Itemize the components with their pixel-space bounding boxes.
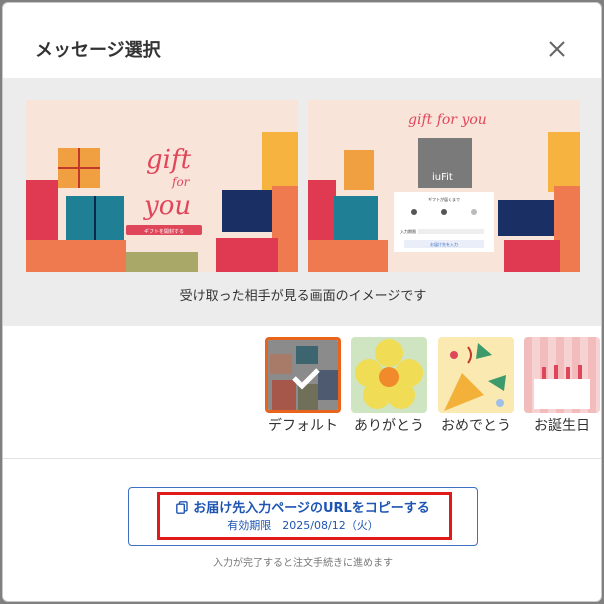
gift-boxes-illustration: gift for you ギフトを開封する	[26, 132, 298, 272]
divider	[3, 458, 601, 459]
close-icon	[549, 41, 565, 57]
theme-birthday-thumbnail	[524, 337, 600, 413]
theme-birthday-label: お誕生日	[534, 418, 590, 434]
theme-default[interactable]: デフォルト	[265, 337, 345, 435]
copy-icon	[176, 501, 188, 518]
copy-url-label-row: お届け先入力ページのURLをコピーする	[129, 497, 477, 518]
panel-title: ギフトが届くまで	[428, 196, 460, 202]
script-you: you	[143, 191, 191, 221]
hint-text: 入力が完了すると注文手続きに進めます	[213, 558, 393, 569]
theme-selector: デフォルト ありがとう おめでとう お誕生日	[3, 337, 601, 447]
expiry-date: 有効期限 2025/08/12（火）	[227, 519, 379, 532]
panel-input-button: お届け先を入力	[430, 241, 458, 247]
message-select-dialog: メッセージ選択 gift for you ギフトを開封する gift for y…	[2, 2, 602, 602]
script-gift: gift	[146, 145, 192, 175]
photo-caption: iuFit	[432, 172, 453, 183]
theme-birthday[interactable]: お誕生日	[524, 337, 601, 435]
theme-congrats[interactable]: おめでとう	[438, 337, 518, 435]
open-gift-label: ギフトを開封する	[144, 228, 184, 235]
theme-thanks-thumbnail	[351, 337, 427, 413]
preview-card-form: gift for you iuFit ギフトが届くまで 入力期限 お届け先を入力	[308, 100, 580, 272]
theme-default-thumbnail	[265, 337, 341, 413]
preview-card-envelope: gift for you ギフトを開封する	[26, 100, 298, 272]
gift-form-illustration: gift for you iuFit ギフトが届くまで 入力期限 お届け先を入力	[308, 112, 580, 272]
script-gift-for-you: gift for you	[408, 112, 487, 128]
theme-default-label: デフォルト	[268, 418, 338, 434]
theme-congrats-label: おめでとう	[441, 418, 511, 434]
close-button[interactable]	[543, 35, 569, 61]
copy-url-label: お届け先入力ページのURLをコピーする	[193, 501, 430, 516]
dialog-title: メッセージ選択	[35, 40, 161, 61]
theme-thanks-label: ありがとう	[354, 418, 424, 434]
panel-url-label: 入力期限	[400, 228, 416, 234]
theme-congrats-thumbnail	[438, 337, 514, 413]
preview-area: gift for you ギフトを開封する gift for you iuFit	[3, 78, 601, 326]
preview-caption: 受け取った相手が見る画面のイメージです	[179, 289, 427, 304]
theme-thanks[interactable]: ありがとう	[351, 337, 431, 435]
script-for: for	[171, 175, 191, 189]
copy-url-button[interactable]: お届け先入力ページのURLをコピーする 有効期限 2025/08/12（火）	[128, 487, 478, 546]
